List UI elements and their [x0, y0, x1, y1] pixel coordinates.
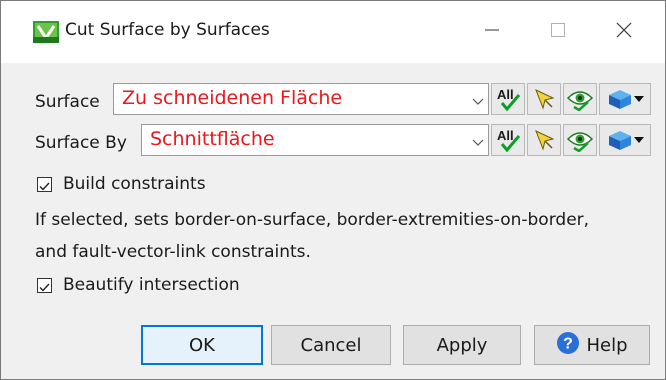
ok-label: OK: [189, 334, 215, 356]
surface-menu-button[interactable]: [599, 83, 651, 115]
build-constraints-description: If selected, sets border-on-surface, bor…: [35, 204, 661, 268]
dropdown-arrow-icon: [634, 95, 644, 103]
eye-icon: [566, 87, 594, 111]
cancel-label: Cancel: [300, 334, 362, 356]
description-line-2: and fault-vector-link constraints.: [35, 242, 311, 262]
close-button[interactable]: [601, 1, 647, 63]
surface-by-value: Schnittfläche: [150, 128, 275, 150]
pick-cursor-icon: [532, 128, 556, 152]
show-by-button[interactable]: [563, 124, 597, 156]
all-icon: All: [494, 127, 522, 153]
dialog-body: Surface Zu schneidenen Fläche All Surfac…: [1, 63, 665, 379]
show-button[interactable]: [563, 83, 597, 115]
eye-icon: [566, 128, 594, 152]
check-icon: [38, 279, 51, 298]
window-title: Cut Surface by Surfaces: [65, 20, 270, 40]
surface-by-menu-button[interactable]: [599, 124, 651, 156]
pick-cursor-icon: [532, 87, 556, 111]
svg-text:?: ?: [564, 335, 574, 352]
ok-button[interactable]: OK: [141, 325, 263, 365]
cube-icon: [606, 87, 634, 111]
build-constraints-label: Build constraints: [63, 174, 206, 194]
pick-by-button[interactable]: [527, 124, 561, 156]
minimize-icon: [484, 22, 500, 42]
chevron-down-icon: [472, 133, 484, 146]
beautify-label: Beautify intersection: [63, 275, 240, 295]
surface-by-combobox[interactable]: Schnittfläche: [141, 124, 489, 156]
all-icon-text: All: [497, 128, 514, 143]
beautify-checkbox[interactable]: [37, 278, 52, 293]
minimize-button[interactable]: [469, 1, 515, 63]
check-icon: [38, 178, 51, 197]
description-line-1: If selected, sets border-on-surface, bor…: [35, 210, 590, 230]
apply-button[interactable]: Apply: [403, 325, 521, 365]
dropdown-arrow-icon: [634, 136, 644, 144]
build-constraints-checkbox[interactable]: [37, 177, 52, 192]
maximize-button[interactable]: [535, 1, 581, 63]
cube-icon: [606, 128, 634, 152]
chevron-down-icon: [472, 92, 484, 105]
maximize-icon: [550, 22, 566, 42]
close-icon: [615, 21, 633, 43]
help-icon: ?: [556, 331, 580, 360]
all-icon-text: All: [497, 87, 514, 102]
surface-label: Surface: [35, 92, 100, 112]
select-all-by-button[interactable]: All: [491, 124, 525, 156]
help-label: Help: [586, 334, 628, 356]
surface-by-label: Surface By: [35, 133, 127, 153]
surface-combobox[interactable]: Zu schneidenen Fläche: [113, 83, 489, 115]
dialog-window: Cut Surface by Surfaces Surface Zu schne…: [0, 0, 666, 380]
title-bar: Cut Surface by Surfaces: [1, 1, 665, 63]
surface-value: Zu schneidenen Fläche: [122, 87, 343, 109]
select-all-button[interactable]: All: [491, 83, 525, 115]
cancel-button[interactable]: Cancel: [271, 325, 391, 365]
help-button[interactable]: ? Help: [534, 325, 650, 365]
pick-button[interactable]: [527, 83, 561, 115]
all-icon: All: [494, 86, 522, 112]
app-icon: [33, 21, 59, 43]
apply-label: Apply: [436, 334, 488, 356]
